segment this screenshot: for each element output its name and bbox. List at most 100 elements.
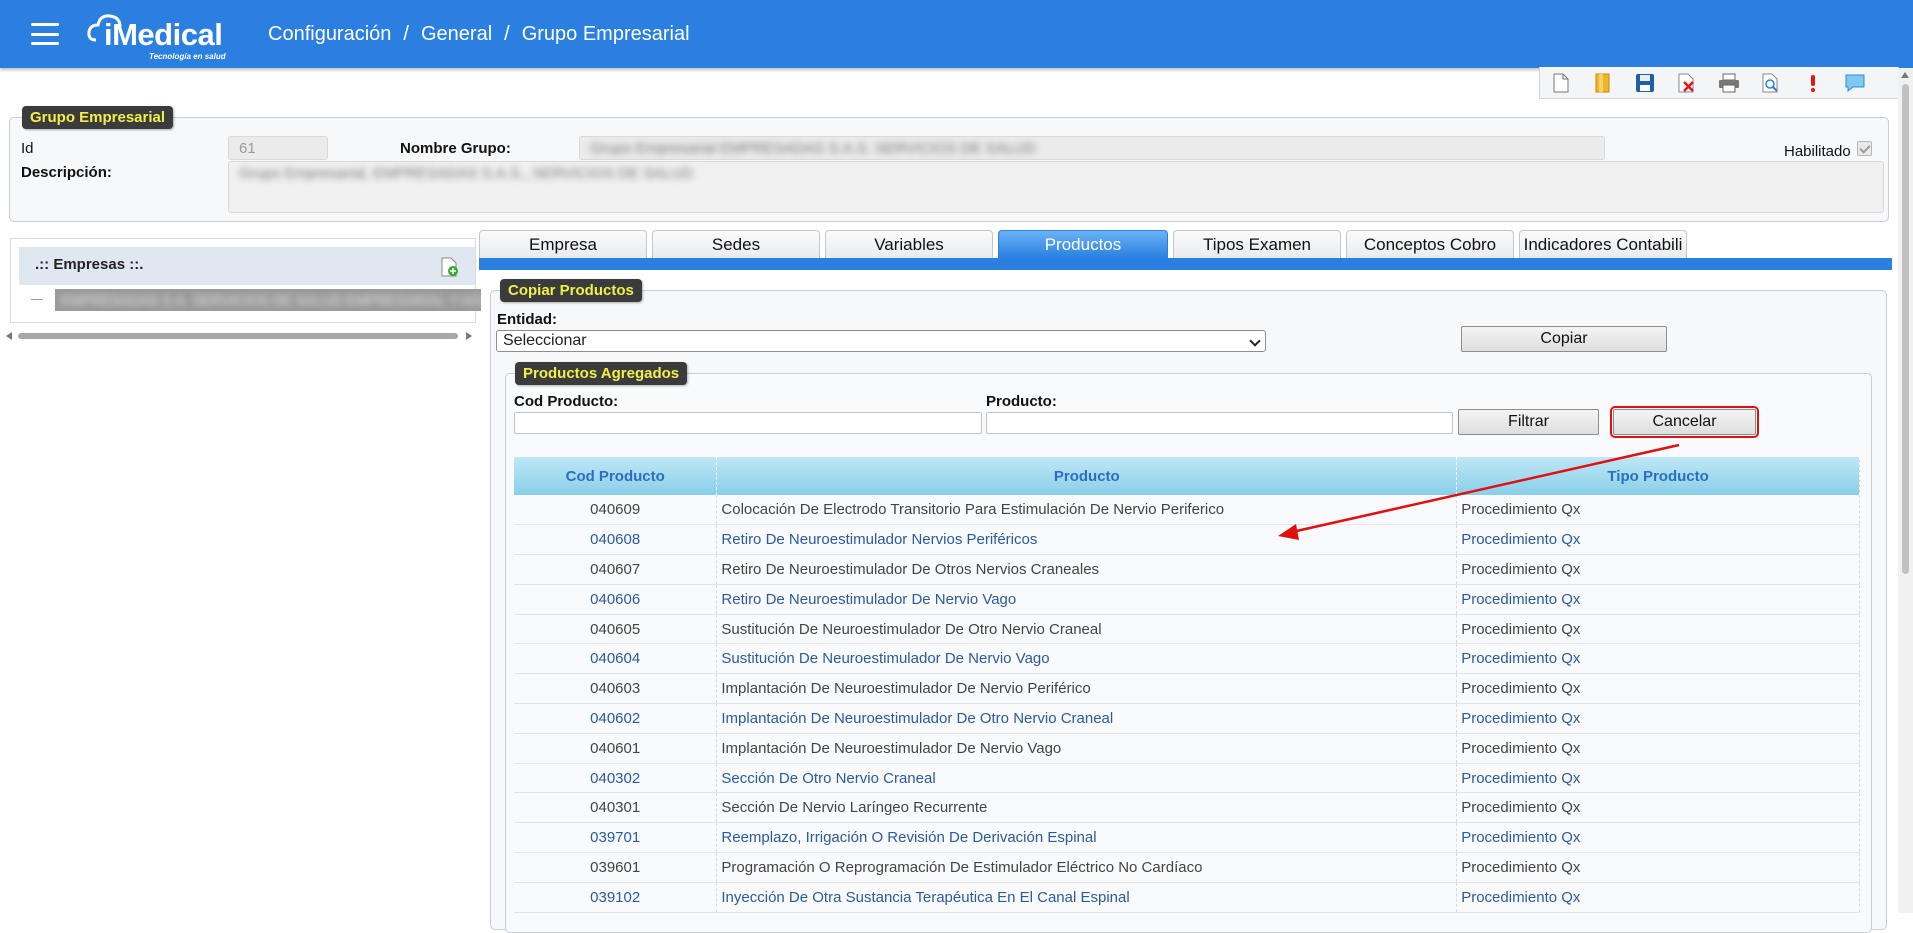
tipo-cell: Procedimiento Qx [1456, 495, 1860, 526]
habilitado-label: Habilitado [1784, 143, 1851, 160]
table-row[interactable]: 040608 Retiro De Neuroestimulador Nervios… [514, 524, 1860, 556]
table-row[interactable]: 039701 Reemplazo, Irrigación O Revisión D… [514, 822, 1860, 854]
tipo-cell: Procedimiento Qx [1456, 822, 1860, 854]
scroll-left-icon[interactable] [6, 332, 12, 340]
chevron-down-icon [1249, 335, 1261, 347]
producto-cell: Inyección De Otra Sustancia Terapéutica … [716, 882, 1458, 913]
tab-indicadores-contables[interactable]: Indicadores Contabili [1519, 230, 1687, 258]
new-document-icon[interactable] [1548, 70, 1574, 96]
cod-cell: 040301 [514, 792, 718, 824]
add-document-icon[interactable] [441, 257, 459, 277]
tab-conceptos-cobro[interactable]: Conceptos Cobro [1346, 230, 1514, 258]
tab-empresa[interactable]: Empresa [479, 230, 647, 258]
empresa-item[interactable]: EMPRESADAS S.A. SERVICIOS DE SALUD EMPRE… [55, 289, 481, 311]
column-header-tipo-producto[interactable]: Tipo Producto [1456, 457, 1860, 495]
empresas-tree: .:: Empresas ::. EMPRESADAS S.A. SERVICI… [10, 238, 481, 323]
brand-name: iMedical [104, 17, 223, 52]
table-row[interactable]: 040606 Retiro De Neuroestimulador De Nerv… [514, 584, 1860, 615]
table-row[interactable]: 040601 Implantación De Neuroestimulador D… [514, 733, 1860, 764]
table-row[interactable]: 040609 Colocación De Electrodo Transitori… [514, 495, 1860, 526]
empresa-item-label: EMPRESADAS S.A. SERVICIOS DE SALUD EMPRE… [61, 292, 481, 308]
tipo-cell: Procedimiento Qx [1456, 792, 1860, 824]
logo: iMedical Tecnología en salud [86, 6, 236, 62]
table-row[interactable]: 039601 Programación O Reprogramación De E… [514, 852, 1860, 883]
tree-horizontal-scrollbar[interactable] [6, 330, 472, 342]
tipo-cell: Procedimiento Qx [1456, 643, 1860, 675]
hamburger-menu-icon[interactable] [31, 23, 59, 45]
producto-label: Producto: [986, 393, 1057, 410]
page-scrollbar[interactable] [1898, 68, 1913, 913]
table-row[interactable]: 039102 Inyección De Otra Sustancia Terapé… [514, 882, 1860, 913]
tipo-cell: Procedimiento Qx [1456, 733, 1860, 764]
habilitado-checkbox[interactable] [1857, 141, 1872, 156]
producto-cell: Sección De Nervio Laríngeo Recurrente [716, 792, 1458, 824]
producto-cell: Sustitución De Neuroestimulador De Nervi… [716, 643, 1458, 675]
scroll-right-icon[interactable] [466, 332, 472, 340]
delete-icon[interactable] [1674, 70, 1700, 96]
copiar-button[interactable]: Copiar [1461, 326, 1667, 352]
tab-tipos-examen[interactable]: Tipos Examen [1173, 230, 1341, 258]
cod-cell: 040605 [514, 614, 718, 645]
column-header-cod-producto[interactable]: Cod Producto [514, 457, 718, 495]
cod-cell: 040604 [514, 643, 718, 675]
table-row[interactable]: 040603 Implantación De Neuroestimulador D… [514, 673, 1860, 705]
id-field[interactable]: 61 [228, 136, 328, 160]
descripcion-label: Descripción: [21, 164, 112, 181]
tipo-cell: Procedimiento Qx [1456, 584, 1860, 615]
table-row[interactable]: 040605 Sustitución De Neuroestimulador De… [514, 614, 1860, 645]
nombre-grupo-value: Grupo Empresarial EMPRESADAS S.A.S. SERV… [590, 140, 1036, 157]
table-row[interactable]: 040302 Sección De Otro Nervio Craneal Proc… [514, 763, 1860, 794]
tipo-cell: Procedimiento Qx [1456, 882, 1860, 913]
breadcrumb-item-configuracion[interactable]: Configuración [268, 23, 391, 46]
tab-variables[interactable]: Variables [825, 230, 993, 258]
descripcion-field[interactable]: Grupo Empresarial, EMPRESADAS S.A.S., SE… [228, 161, 1884, 213]
producto-cell: Sustitución De Neuroestimulador De Otro … [716, 614, 1458, 645]
breadcrumb-item-grupo-empresarial: Grupo Empresarial [521, 22, 690, 45]
table-header-row: Cod Producto Producto Tipo Producto [514, 457, 1860, 495]
producto-cell: Programación O Reprogramación De Estimul… [716, 852, 1458, 883]
open-folder-icon[interactable] [1590, 70, 1616, 96]
cod-cell: 040302 [514, 763, 718, 794]
cod-cell: 040608 [514, 524, 718, 556]
table-row[interactable]: 040602 Implantación De Neuroestimulador D… [514, 703, 1860, 734]
producto-cell: Colocación De Electrodo Transitorio Para… [716, 495, 1458, 526]
nombre-grupo-label: Nombre Grupo: [400, 140, 511, 157]
save-icon[interactable] [1632, 70, 1658, 96]
cod-cell: 039601 [514, 852, 718, 883]
producto-cell: Implantación De Neuroestimulador De Nerv… [716, 733, 1458, 764]
producto-cell: Retiro De Neuroestimulador De Otros Nerv… [716, 554, 1458, 585]
filtrar-button[interactable]: Filtrar [1458, 409, 1599, 435]
scrollbar-thumb[interactable] [18, 333, 458, 339]
breadcrumb-item-general[interactable]: General [421, 23, 492, 46]
cod-producto-input[interactable] [514, 412, 982, 434]
entidad-select[interactable]: Seleccionar [496, 330, 1266, 352]
copiar-productos-legend: Copiar Productos [500, 279, 642, 302]
scrollbar-thumb[interactable] [1902, 84, 1909, 574]
cancelar-button[interactable]: Cancelar [1610, 406, 1759, 438]
tab-strip-bar [479, 258, 1892, 270]
comment-icon[interactable] [1842, 70, 1868, 96]
producto-input[interactable] [986, 412, 1453, 434]
table-row[interactable]: 040604 Sustitución De Neuroestimulador De… [514, 643, 1860, 675]
print-icon[interactable] [1716, 70, 1742, 96]
table-row[interactable]: 040607 Retiro De Neuroestimulador De Otro… [514, 554, 1860, 585]
cod-cell: 040603 [514, 673, 718, 705]
cod-cell: 040606 [514, 584, 718, 615]
tipo-cell: Procedimiento Qx [1456, 554, 1860, 585]
descripcion-value: Grupo Empresarial, EMPRESADAS S.A.S., SE… [239, 165, 694, 182]
tipo-cell: Procedimiento Qx [1456, 614, 1860, 645]
column-header-producto[interactable]: Producto [716, 457, 1458, 495]
breadcrumb-separator: / [403, 22, 409, 45]
tab-sedes[interactable]: Sedes [652, 230, 820, 258]
scroll-up-icon[interactable] [1901, 72, 1909, 78]
nombre-grupo-field[interactable]: Grupo Empresarial EMPRESADAS S.A.S. SERV… [579, 136, 1605, 160]
alert-icon[interactable] [1800, 70, 1826, 96]
preview-icon[interactable] [1758, 70, 1784, 96]
producto-cell: Reemplazo, Irrigación O Revisión De Deri… [716, 822, 1458, 854]
producto-cell: Retiro De Neuroestimulador De Nervio Vag… [716, 584, 1458, 615]
table-row[interactable]: 040301 Sección De Nervio Laríngeo Recurre… [514, 792, 1860, 824]
empresa-tree-item[interactable]: EMPRESADAS S.A. SERVICIOS DE SALUD EMPRE… [31, 289, 481, 311]
tab-productos[interactable]: Productos [998, 230, 1168, 258]
productos-agregados-legend: Productos Agregados [515, 362, 688, 385]
cod-cell: 040607 [514, 554, 718, 585]
